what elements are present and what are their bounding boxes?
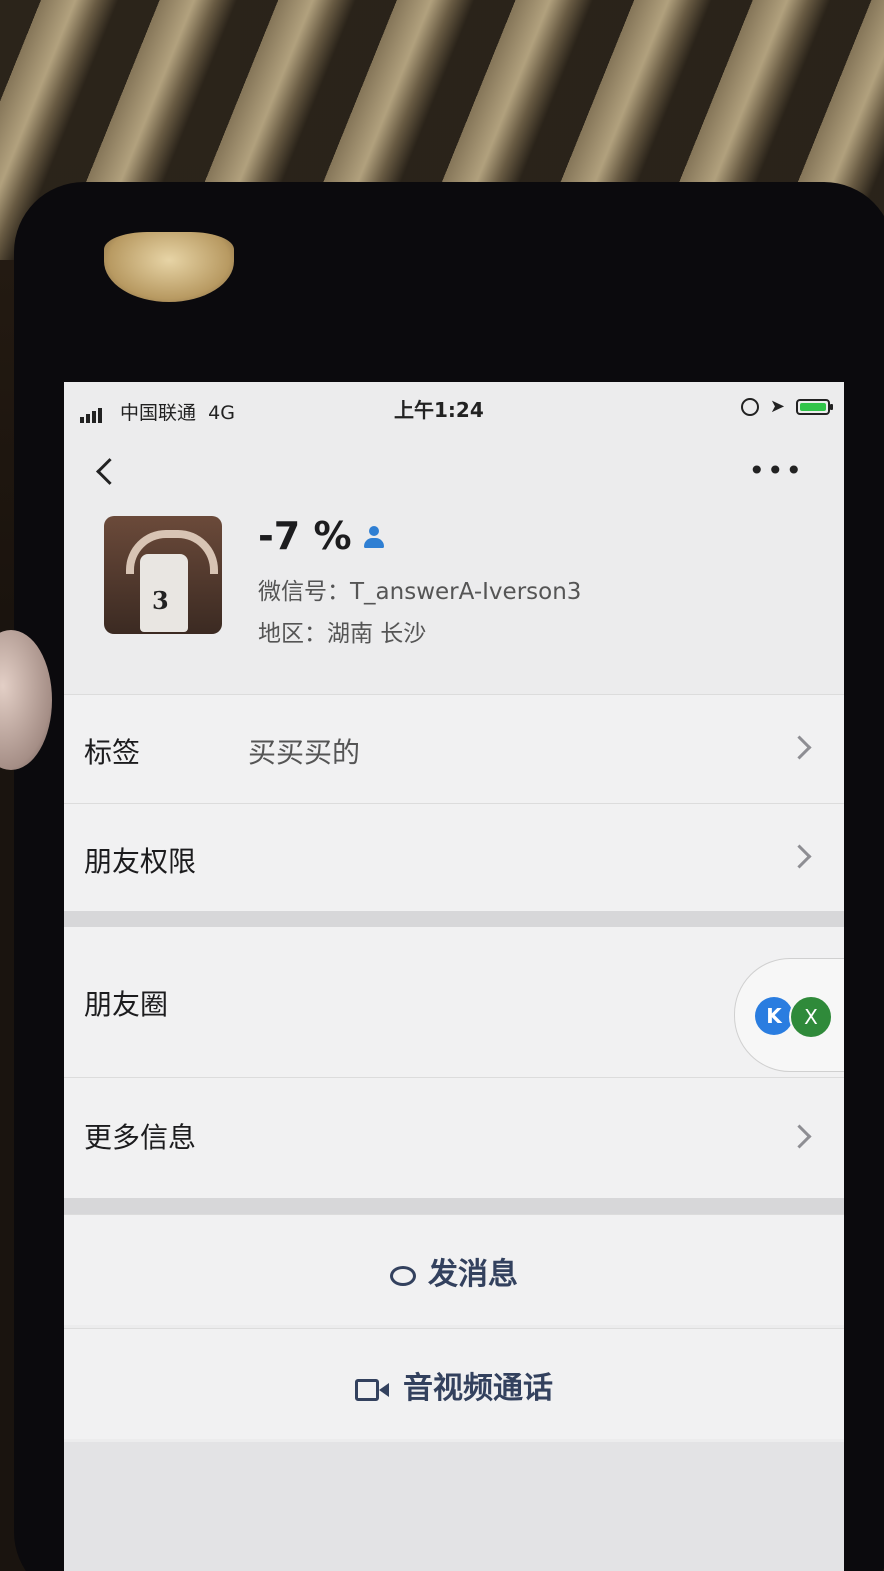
info-group: 朋友圈 更多信息 (64, 927, 844, 1198)
ellipsis-icon[interactable]: ••• (748, 457, 804, 485)
video-camera-icon (355, 1378, 391, 1401)
nav-bar: ••• (64, 442, 844, 502)
row-label: 朋友圈 (84, 988, 169, 1021)
floating-window[interactable]: K X (734, 958, 844, 1072)
avatar[interactable]: 3 (104, 516, 222, 634)
video-call-label: 音视频通话 (403, 1371, 553, 1406)
phone-screen: 中国联通 4G 上午1:24 ➤ ••• 3 -7 % 微信号：T_answer… (64, 382, 844, 1571)
section-divider (64, 1198, 844, 1214)
chat-bubble-icon (390, 1265, 416, 1286)
row-moments[interactable]: 朋友圈 (64, 927, 844, 1077)
section-divider (64, 911, 844, 927)
row-label: 标签 (84, 736, 141, 769)
row-permissions[interactable]: 朋友权限 (64, 803, 844, 912)
send-message-button[interactable]: 发消息 (64, 1214, 844, 1325)
carrier-name: 中国联通 (120, 402, 197, 424)
row-label: 朋友权限 (84, 845, 197, 878)
floating-badge-b[interactable]: X (789, 995, 833, 1039)
region: 地区：湖南 长沙 (258, 621, 427, 647)
wechat-id: 微信号：T_answerA-Iverson3 (258, 579, 582, 605)
carrier-label: 中国联通 4G (120, 398, 235, 425)
row-value: 买买买的 (248, 736, 361, 769)
row-tags[interactable]: 标签 买买买的 (64, 694, 844, 803)
chevron-right-icon (787, 1124, 812, 1149)
chevron-right-icon (787, 844, 812, 869)
battery-icon (796, 398, 833, 415)
bottom-blank-area (64, 1442, 844, 1571)
row-label: 更多信息 (84, 1121, 197, 1154)
person-icon (362, 526, 386, 550)
network-type: 4G (208, 402, 235, 424)
signal-icon (80, 404, 104, 423)
chevron-left-icon[interactable] (96, 458, 123, 485)
floating-badge-a[interactable]: K (755, 997, 793, 1035)
status-bar: 中国联通 4G 上午1:24 ➤ (64, 382, 844, 434)
row-more-info[interactable]: 更多信息 (64, 1077, 844, 1198)
chevron-right-icon (787, 735, 812, 760)
video-call-button[interactable]: 音视频通话 (64, 1328, 844, 1439)
status-time: 上午1:24 (394, 398, 484, 422)
avatar-jersey-number: 3 (152, 586, 169, 615)
send-message-label: 发消息 (428, 1257, 518, 1292)
settings-group: 标签 买买买的 朋友权限 (64, 694, 844, 912)
status-icons: ➤ (740, 396, 833, 417)
location-icon: ➤ (769, 396, 785, 417)
profile-name: -7 % (258, 514, 352, 558)
rotation-lock-icon (740, 397, 759, 416)
profile-header: 3 -7 % 微信号：T_answerA-Iverson3 地区：湖南 长沙 (64, 502, 844, 692)
